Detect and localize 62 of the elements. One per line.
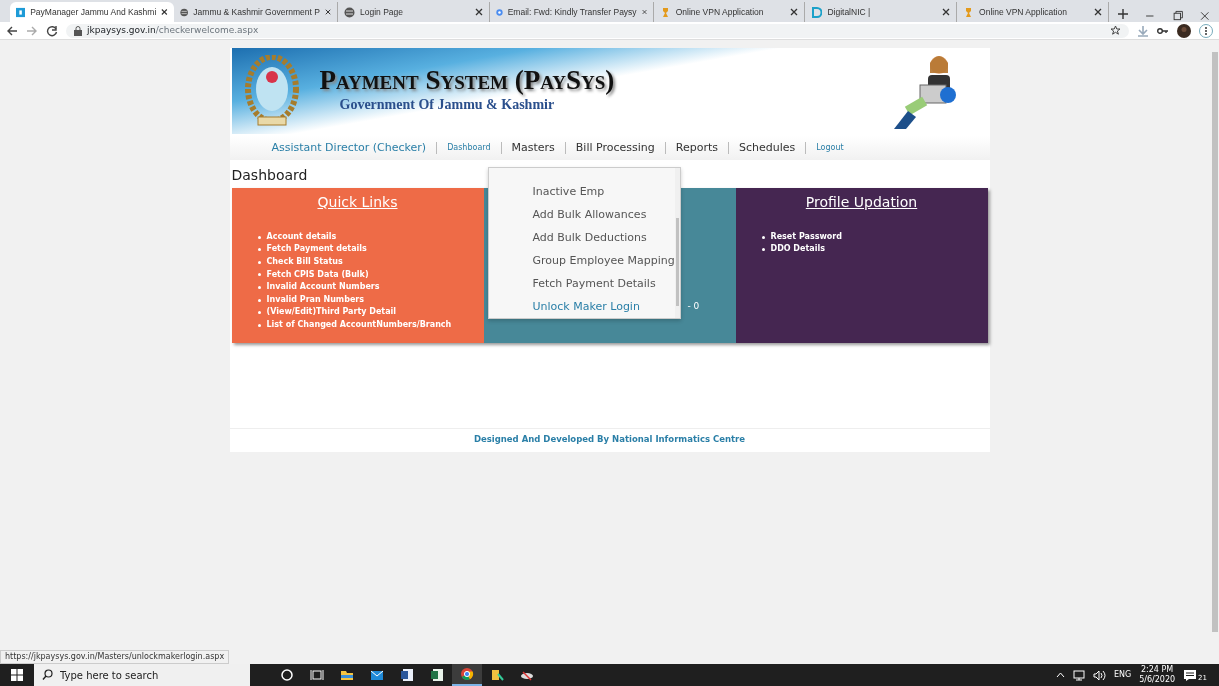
status-url: https://jkpaysys.gov.in/Masters/unlockmakerlogin.aspx bbox=[0, 650, 230, 664]
browser-tab[interactable]: PayManager Jammu And Kashmi bbox=[10, 2, 174, 22]
close-icon[interactable] bbox=[161, 8, 168, 16]
nav-menu[interactable]: Masters bbox=[501, 139, 565, 157]
page-title: Dashboard bbox=[230, 166, 309, 185]
panel-title: Quick Links bbox=[316, 194, 399, 211]
mail-icon bbox=[370, 668, 384, 682]
panel-title: Profile Updation bbox=[804, 194, 919, 211]
notification-icon bbox=[1183, 668, 1198, 682]
nav-link[interactable]: Dashboard bbox=[437, 142, 501, 154]
spreadsheet-icon bbox=[430, 668, 444, 682]
chevron-up-icon[interactable] bbox=[1055, 672, 1065, 678]
folder-icon bbox=[340, 668, 354, 682]
word-document-icon bbox=[400, 668, 414, 682]
url-text: jkpaysys.gov.in/checkerwelcome.aspx bbox=[87, 23, 259, 37]
banner-subtitle: Government Of Jammu & Kashmir bbox=[339, 96, 556, 114]
nav-menu[interactable]: Reports bbox=[665, 139, 728, 157]
close-icon[interactable] bbox=[942, 8, 951, 16]
menu-item[interactable]: Inactive Emp bbox=[488, 181, 675, 204]
menu-item[interactable]: Fetch Payment Details bbox=[488, 273, 675, 296]
close-icon[interactable] bbox=[474, 8, 483, 16]
star-icon[interactable] bbox=[1110, 25, 1121, 36]
nav-menu[interactable]: Schedules bbox=[729, 139, 806, 157]
address-bar[interactable]: jkpaysys.gov.in/checkerwelcome.aspx bbox=[66, 23, 1129, 38]
windows-logo-icon bbox=[11, 669, 23, 681]
menu-item[interactable]: Add Bulk Deductions bbox=[488, 227, 675, 250]
nic-logo-icon bbox=[811, 6, 823, 18]
chrome-browser-icon bbox=[460, 667, 474, 681]
cortana-icon bbox=[280, 668, 294, 682]
banner-title: Payment System (PaySys) bbox=[319, 67, 616, 94]
tool-icon bbox=[490, 668, 504, 682]
menu-scrollbar[interactable] bbox=[674, 168, 680, 318]
globe-icon bbox=[344, 6, 355, 18]
menu-item[interactable]: Unlock Maker Login bbox=[488, 296, 675, 318]
close-icon[interactable] bbox=[1093, 8, 1102, 16]
close-icon[interactable] bbox=[324, 8, 331, 16]
globe-icon bbox=[180, 6, 189, 18]
count-text: - 0 bbox=[687, 300, 701, 313]
reload-icon[interactable] bbox=[46, 24, 58, 37]
task-view-icon bbox=[310, 668, 324, 682]
menu-item[interactable]: Add Bulk Allowances bbox=[488, 204, 675, 227]
taskbar-search-field[interactable]: Type here to search bbox=[34, 664, 250, 686]
footer-credit: Designed And Developed By National Informatics Centre bbox=[229, 428, 990, 452]
more-menu-icon[interactable] bbox=[1199, 23, 1213, 38]
mail-icon bbox=[495, 6, 503, 18]
nav-menu[interactable]: Bill Processing bbox=[565, 139, 665, 157]
quick-link[interactable]: DDO Details bbox=[761, 243, 825, 256]
quick-link[interactable]: Reset Password bbox=[761, 230, 842, 244]
back-icon[interactable] bbox=[6, 24, 18, 37]
taskbar-app-button[interactable] bbox=[452, 664, 482, 686]
user-role-link[interactable]: Assistant Director (Checker) bbox=[261, 139, 437, 157]
app-icon bbox=[16, 6, 26, 18]
volume-icon[interactable] bbox=[1092, 669, 1106, 681]
close-icon[interactable] bbox=[790, 8, 799, 16]
language-indicator[interactable]: ENG bbox=[1113, 669, 1132, 681]
menu-item[interactable]: Group Employee Mapping bbox=[488, 250, 675, 273]
lock-icon bbox=[74, 25, 82, 36]
nav-link[interactable]: Logout bbox=[806, 142, 854, 154]
clock[interactable]: 2:24 PM 5/6/2020 bbox=[1139, 665, 1176, 685]
plus-icon bbox=[1117, 8, 1128, 19]
network-icon[interactable] bbox=[1072, 669, 1085, 681]
profile-avatar-icon[interactable] bbox=[1177, 23, 1191, 38]
